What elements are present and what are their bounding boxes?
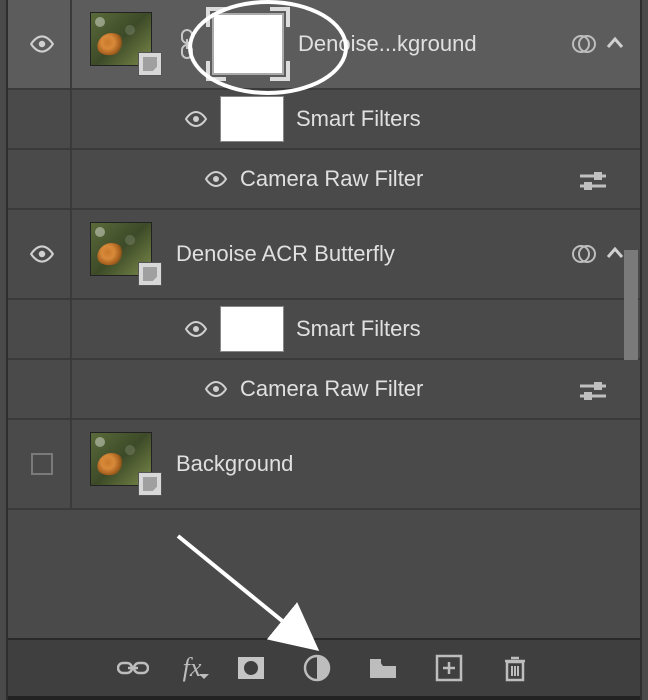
collapse-chevron-icon[interactable] <box>604 33 626 55</box>
smart-object-badge-icon <box>138 262 162 286</box>
filter-name-label[interactable]: Camera Raw Filter <box>240 376 423 402</box>
layers-scrollbar[interactable] <box>624 250 638 360</box>
smart-filters-row[interactable]: Smart Filters <box>8 90 640 150</box>
visibility-off-box[interactable] <box>31 453 53 475</box>
smart-filters-row[interactable]: Smart Filters <box>8 300 640 360</box>
filter-blending-options-icon[interactable] <box>578 378 608 404</box>
visibility-eye-icon[interactable] <box>184 317 208 341</box>
layers-panel: Denoise...kground Smart Filters C <box>6 0 642 700</box>
layer-thumbnail[interactable] <box>90 12 162 76</box>
advanced-blending-icon[interactable] <box>570 240 598 268</box>
layer-row-background[interactable]: Background <box>8 420 640 510</box>
visibility-eye-icon[interactable] <box>184 107 208 131</box>
smart-filters-label: Smart Filters <box>296 316 421 342</box>
filter-row-camera-raw[interactable]: Camera Raw Filter <box>8 150 640 210</box>
layer-name-label[interactable]: Denoise...kground <box>298 31 477 57</box>
layer-name-label[interactable]: Denoise ACR Butterfly <box>176 241 395 267</box>
visibility-eye-icon[interactable] <box>29 31 55 57</box>
filter-blending-options-icon[interactable] <box>578 168 608 194</box>
link-layers-icon[interactable] <box>117 652 149 684</box>
layer-mask-thumbnail[interactable] <box>212 13 284 75</box>
layer-thumbnail[interactable] <box>90 222 162 286</box>
filter-mask-thumbnail[interactable] <box>220 96 284 142</box>
layer-thumbnail[interactable] <box>90 432 162 496</box>
delete-layer-icon[interactable] <box>499 652 531 684</box>
new-layer-icon[interactable] <box>433 652 465 684</box>
filter-row-camera-raw[interactable]: Camera Raw Filter <box>8 360 640 420</box>
smart-object-badge-icon <box>138 52 162 76</box>
visibility-eye-icon[interactable] <box>204 167 228 191</box>
collapse-chevron-icon[interactable] <box>604 243 626 265</box>
filter-name-label[interactable]: Camera Raw Filter <box>240 166 423 192</box>
visibility-eye-icon[interactable] <box>204 377 228 401</box>
layer-name-label[interactable]: Background <box>176 451 293 477</box>
filter-mask-thumbnail[interactable] <box>220 306 284 352</box>
annotation-arrow <box>158 530 348 660</box>
layer-row-denoise-butterfly[interactable]: Denoise ACR Butterfly <box>8 210 640 300</box>
advanced-blending-icon[interactable] <box>570 30 598 58</box>
visibility-eye-icon[interactable] <box>29 241 55 267</box>
link-mask-icon[interactable] <box>176 26 198 62</box>
new-group-icon[interactable] <box>367 652 399 684</box>
smart-filters-label: Smart Filters <box>296 106 421 132</box>
smart-object-badge-icon <box>138 472 162 496</box>
layer-row-denoise-bg[interactable]: Denoise...kground <box>8 0 640 90</box>
